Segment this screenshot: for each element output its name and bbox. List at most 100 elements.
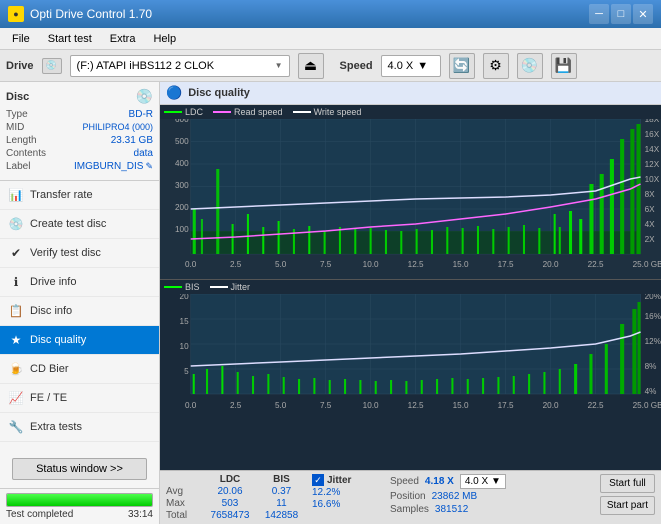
max-label: Max (166, 498, 201, 509)
menu-file[interactable]: File (4, 31, 38, 47)
svg-text:8%: 8% (645, 362, 657, 371)
menu-help[interactable]: Help (145, 31, 184, 47)
sidebar-item-cd-bier[interactable]: 🍺 CD Bier (0, 355, 159, 384)
speed-stat-value: 4.18 X (425, 476, 454, 487)
length-value: 23.31 GB (111, 135, 153, 146)
drive-label: Drive (6, 60, 34, 72)
svg-text:4X: 4X (645, 220, 656, 229)
svg-text:22.5: 22.5 (588, 260, 604, 269)
create-test-disc-icon: 💿 (8, 216, 24, 232)
nav-label: Extra tests (30, 421, 82, 433)
menu-start-test[interactable]: Start test (40, 31, 100, 47)
type-value: BD-R (129, 109, 153, 120)
svg-text:20.0: 20.0 (543, 401, 559, 410)
svg-text:6X: 6X (645, 205, 656, 214)
svg-text:GB: GB (651, 401, 661, 410)
titlebar: ● Opti Drive Control 1.70 ─ □ ✕ (0, 0, 661, 28)
samples-value: 381512 (435, 504, 468, 515)
sidebar-item-disc-info[interactable]: 📋 Disc info (0, 297, 159, 326)
svg-text:7.5: 7.5 (320, 401, 332, 410)
nav-label: Drive info (30, 276, 76, 288)
drivebar: Drive 💿 (F:) ATAPI iHBS112 2 CLOK ▼ ⏏ Sp… (0, 50, 661, 82)
svg-text:100: 100 (175, 225, 189, 234)
svg-text:18X: 18X (645, 119, 660, 124)
sidebar-item-create-test-disc[interactable]: 💿 Create test disc (0, 210, 159, 239)
sidebar-item-extra-tests[interactable]: 🔧 Extra tests (0, 413, 159, 442)
settings-button[interactable]: ⚙ (483, 53, 509, 79)
svg-text:4%: 4% (645, 387, 657, 396)
chart-title: Disc quality (188, 87, 250, 99)
mid-value: PHILIPRO4 (000) (82, 122, 153, 133)
start-part-button[interactable]: Start part (600, 496, 655, 515)
nav-label: Disc quality (30, 334, 86, 346)
avg-label: Avg (166, 486, 201, 497)
speed-value: 4.0 X (388, 60, 414, 72)
nav-label: Transfer rate (30, 189, 93, 201)
legend-write-speed: Write speed (293, 107, 362, 117)
app-title: Opti Drive Control 1.70 (30, 7, 152, 21)
avg-bis: 0.37 (259, 486, 304, 497)
svg-text:10: 10 (180, 342, 190, 351)
svg-text:8X: 8X (645, 190, 656, 199)
eject-button[interactable]: ⏏ (298, 53, 324, 79)
svg-text:15.0: 15.0 (453, 401, 469, 410)
svg-text:12.5: 12.5 (408, 260, 424, 269)
edit-icon[interactable]: ✎ (145, 161, 153, 172)
disc-icon: 💿 (136, 88, 153, 105)
total-ldc: 7658473 (205, 510, 255, 521)
speed-stat-select[interactable]: 4.0 X ▼ (460, 474, 506, 489)
sidebar-item-fe-te[interactable]: 📈 FE / TE (0, 384, 159, 413)
speed-select[interactable]: 4.0 X ▼ (381, 55, 441, 77)
window-controls[interactable]: ─ □ ✕ (589, 4, 653, 24)
sidebar-item-transfer-rate[interactable]: 📊 Transfer rate (0, 181, 159, 210)
chevron-down-icon: ▼ (417, 60, 428, 72)
svg-text:5.0: 5.0 (275, 260, 287, 269)
progress-time: 33:14 (128, 509, 153, 520)
bottom-chart-svg: 20 15 10 5 20% 16% 12% 8% 4% 0.0 2.5 5.0… (160, 294, 661, 414)
svg-text:0.0: 0.0 (185, 260, 197, 269)
mid-label: MID (6, 122, 24, 133)
length-label: Length (6, 135, 37, 146)
save-button[interactable]: 💾 (551, 53, 577, 79)
maximize-button[interactable]: □ (611, 4, 631, 24)
svg-text:0.0: 0.0 (185, 401, 197, 410)
svg-text:17.5: 17.5 (498, 260, 514, 269)
extra-tests-icon: 🔧 (8, 419, 24, 435)
nav-label: CD Bier (30, 363, 69, 375)
menubar: File Start test Extra Help (0, 28, 661, 50)
menu-extra[interactable]: Extra (102, 31, 144, 47)
svg-text:5: 5 (184, 367, 189, 376)
start-full-button[interactable]: Start full (600, 474, 655, 493)
disc-button[interactable]: 💿 (517, 53, 543, 79)
label-label: Label (6, 161, 30, 172)
svg-text:200: 200 (175, 203, 189, 212)
nav-label: FE / TE (30, 392, 67, 404)
cd-bier-icon: 🍺 (8, 361, 24, 377)
verify-test-disc-icon: ✔ (8, 245, 24, 261)
chart-quality-icon: 🔵 (166, 85, 182, 101)
refresh-button[interactable]: 🔄 (449, 53, 475, 79)
sidebar-item-verify-test-disc[interactable]: ✔ Verify test disc (0, 239, 159, 268)
chevron-down-icon: ▼ (275, 61, 283, 70)
drive-value: (F:) ATAPI iHBS112 2 CLOK (77, 60, 215, 72)
progress-status: Test completed (6, 509, 73, 520)
svg-text:25.0: 25.0 (633, 401, 649, 410)
chevron-down-icon: ▼ (491, 476, 501, 487)
drive-select[interactable]: (F:) ATAPI iHBS112 2 CLOK ▼ (70, 55, 290, 77)
sidebar-item-drive-info[interactable]: ℹ Drive info (0, 268, 159, 297)
avg-ldc: 20.06 (205, 486, 255, 497)
jitter-checkbox[interactable]: ✓ (312, 474, 324, 486)
svg-text:22.5: 22.5 (588, 401, 604, 410)
sidebar-item-disc-quality[interactable]: ★ Disc quality (0, 326, 159, 355)
status-window-button[interactable]: Status window >> (12, 458, 147, 480)
svg-text:12.5: 12.5 (408, 401, 424, 410)
close-button[interactable]: ✕ (633, 4, 653, 24)
svg-text:17.5: 17.5 (498, 401, 514, 410)
svg-text:2.5: 2.5 (230, 401, 242, 410)
ldc-header (166, 474, 201, 485)
minimize-button[interactable]: ─ (589, 4, 609, 24)
svg-text:15.0: 15.0 (453, 260, 469, 269)
disc-quality-icon: ★ (8, 332, 24, 348)
svg-text:400: 400 (175, 159, 189, 168)
fe-te-icon: 📈 (8, 390, 24, 406)
